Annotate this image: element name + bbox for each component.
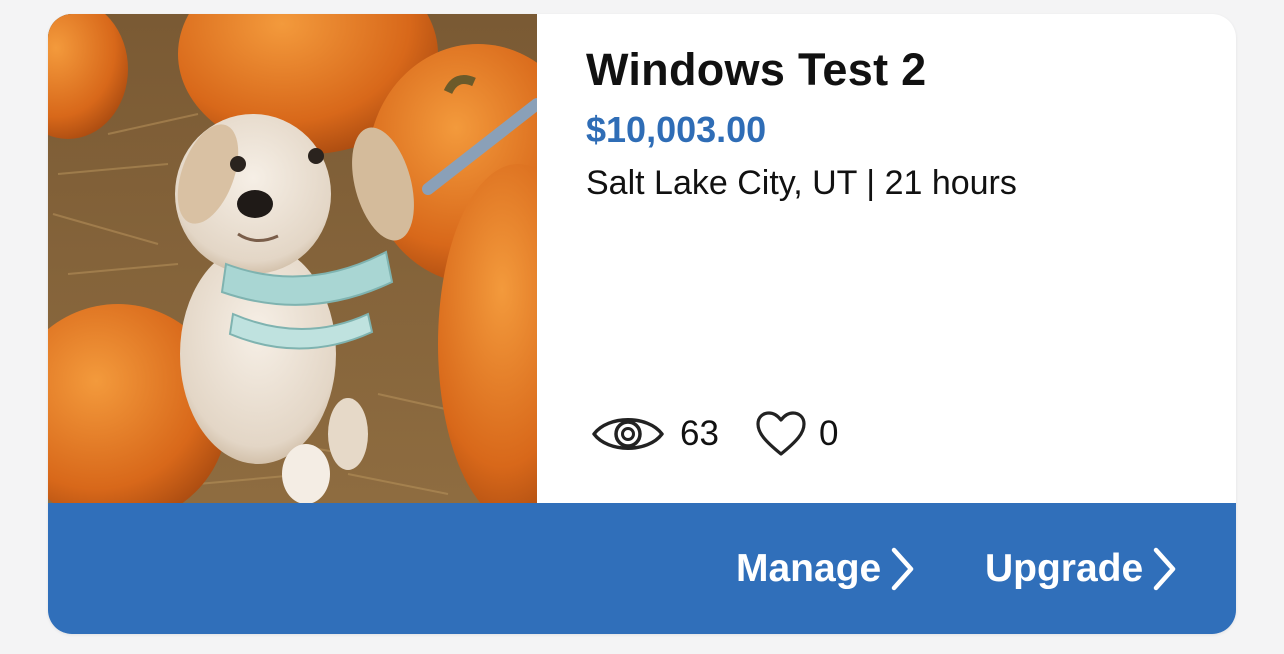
listing-actions-bar: Manage Upgrade [48, 503, 1236, 634]
listing-photo[interactable] [48, 14, 537, 503]
manage-label: Manage [736, 546, 882, 590]
listing-info: Windows Test 2 $10,003.00 Salt Lake City… [586, 14, 1236, 503]
views-stat: 63 [586, 410, 719, 458]
heart-icon[interactable] [755, 410, 807, 458]
favorites-count: 0 [818, 414, 839, 453]
upgrade-label: Upgrade [985, 546, 1144, 590]
listing-location-age: Salt Lake City, UT | 21 hours [586, 164, 1017, 202]
views-count: 63 [680, 414, 719, 453]
eye-icon [592, 418, 664, 450]
dog-photo-image [48, 14, 537, 503]
listing-price: $10,003.00 [586, 109, 767, 150]
chevron-right-icon [1153, 547, 1176, 590]
listing-stats: 63 0 [586, 410, 838, 458]
manage-button[interactable]: Manage [736, 503, 917, 634]
listing-card[interactable]: Windows Test 2 $10,003.00 Salt Lake City… [48, 14, 1236, 634]
favorites-stat[interactable]: 0 [719, 410, 838, 458]
upgrade-button[interactable]: Upgrade [985, 503, 1179, 634]
listing-title[interactable]: Windows Test 2 [586, 44, 927, 96]
chevron-right-icon [891, 547, 914, 590]
